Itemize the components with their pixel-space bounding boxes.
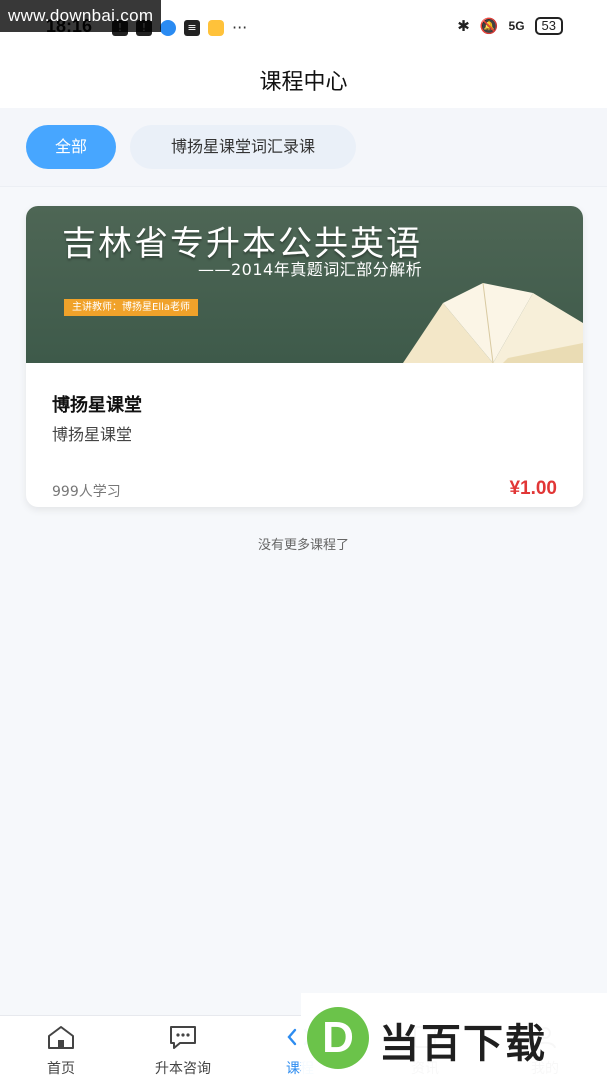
logo-text: 当百下载 [379, 1021, 547, 1067]
logo-icon: D [307, 1007, 369, 1069]
home-icon [48, 1026, 74, 1049]
nav-consult[interactable]: 升本咨询 [133, 1024, 233, 1078]
nav-consult-label: 升本咨询 [155, 1061, 211, 1077]
site-watermark: www.downbai.com [0, 0, 162, 32]
weather-icon [208, 19, 224, 36]
signal-icon: 5G [508, 19, 525, 33]
tab-all[interactable]: 全部 [26, 125, 116, 169]
chat-icon [170, 1026, 196, 1049]
battery-icon: 53 [534, 17, 563, 35]
course-list: 吉林省专升本公共英语 ——2014年真题词汇部分解析 主讲教师：博扬星Ella老… [0, 187, 607, 1015]
app-icon [160, 19, 176, 36]
system-icons: ✱ 🔕 5G 53 [457, 17, 563, 35]
banner-teacher-tag: 主讲教师：博扬星Ella老师 [64, 299, 199, 316]
course-card[interactable]: 吉林省专升本公共英语 ——2014年真题词汇部分解析 主讲教师：博扬星Ella老… [26, 206, 583, 507]
book-icon [403, 282, 583, 363]
logo-watermark: D 当百下载 [301, 993, 607, 1080]
header: 课程中心 [0, 50, 607, 108]
course-name: 博扬星课堂 [52, 395, 142, 416]
mute-icon: 🔕 [479, 17, 499, 35]
tab-vocab-course[interactable]: 博扬星课堂词汇录课 [130, 125, 356, 169]
course-organization: 博扬星课堂 [52, 425, 133, 444]
more-dots-icon: ··· [232, 18, 248, 37]
category-tabs: 全部 博扬星课堂词汇录课 [0, 108, 607, 187]
message-icon: ≡ [184, 19, 200, 36]
bluetooth-icon: ✱ [457, 17, 470, 35]
course-price: ¥1.00 [509, 478, 557, 499]
page-title: 课程中心 [259, 70, 348, 95]
course-learners: 999人学习 [52, 484, 121, 500]
no-more-text: 没有更多课程了 [257, 538, 349, 553]
nav-home-label: 首页 [47, 1061, 75, 1077]
course-banner: 吉林省专升本公共英语 ——2014年真题词汇部分解析 主讲教师：博扬星Ella老… [26, 206, 583, 363]
nav-home[interactable]: 首页 [11, 1024, 111, 1078]
